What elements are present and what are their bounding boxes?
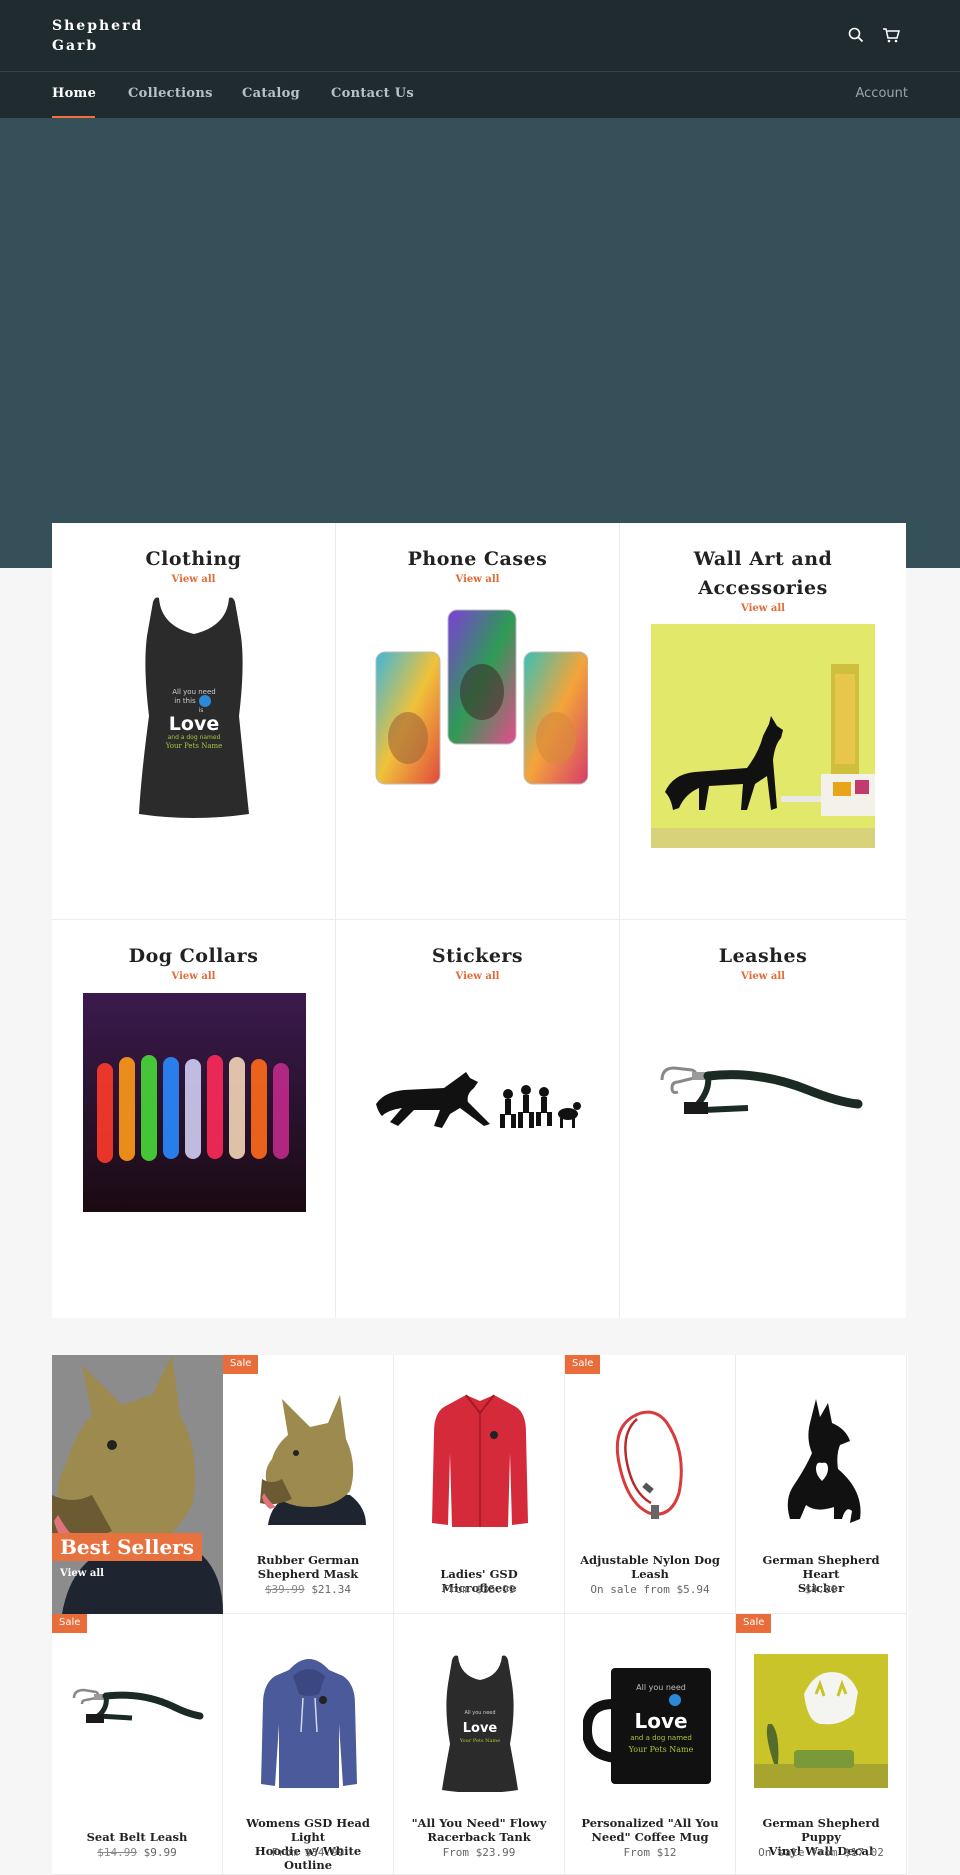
product-image: [787, 1399, 861, 1523]
product-card[interactable]: Sale German Shepherd Puppy Vinyl Wall Dec…: [736, 1614, 907, 1875]
product-image: [261, 1659, 357, 1788]
product-price: $39.99 $21.34: [264, 1583, 352, 1596]
stickers-image: [376, 1072, 581, 1128]
product-price: $14.99 $9.99: [97, 1846, 177, 1859]
globe-icon: [199, 695, 211, 707]
product-price: $4.99: [804, 1583, 838, 1596]
best-sellers-title: Best Sellers: [52, 1533, 202, 1561]
site-logo[interactable]: Shepherd Garb: [52, 16, 172, 56]
product-card[interactable]: Sale Rubber German Shepherd Mask $39.99 $…: [223, 1355, 394, 1614]
main-nav: Home Collections Catalog Contact Us Acco…: [0, 71, 960, 119]
logo-line-1: Shepherd: [52, 18, 144, 34]
collection-stickers[interactable]: Stickers View all: [336, 920, 620, 1318]
mug-text-line-5: Your Pets Name: [628, 1745, 694, 1754]
product-card[interactable]: Womens GSD Head Light Hoodie w/ White Out…: [223, 1614, 394, 1875]
collection-title: Dog Collars: [128, 945, 259, 967]
collection-clothing[interactable]: Clothing View all All you need in this i…: [52, 523, 336, 920]
product-image: [432, 1394, 528, 1527]
product-image: All you need Love Your Pets Name: [442, 1655, 518, 1792]
view-all-link[interactable]: View all: [52, 574, 335, 585]
product-price: From $23.99: [442, 1846, 516, 1859]
product-name: Rubber German Shepherd Mask: [256, 1553, 360, 1581]
product-image: [260, 1395, 366, 1525]
view-all-link[interactable]: View all: [336, 574, 619, 585]
view-all-link[interactable]: View all: [620, 603, 906, 614]
collection-leashes[interactable]: Leashes View all: [620, 920, 906, 1318]
product-name: Seat Belt Leash: [86, 1830, 188, 1844]
tank-text-line-5: Your Pets Name: [165, 742, 223, 750]
sale-badge: Sale: [52, 1614, 88, 1633]
tank-top-image: All you need in this is Love and a dog n…: [139, 597, 249, 818]
mug-love-text: Love: [634, 1709, 687, 1733]
collection-title: Stickers: [431, 945, 524, 967]
cart-icon[interactable]: [880, 24, 902, 46]
nav-catalog[interactable]: Catalog: [242, 86, 300, 101]
collection-wall-art[interactable]: Wall Art and Accessories View all: [620, 523, 906, 920]
globe-icon: [669, 1694, 681, 1706]
collection-title-line-1: Wall Art and: [693, 548, 833, 570]
product-name: "All You Need" Flowy Racerback Tank: [411, 1816, 547, 1844]
product-price: From $34.99: [271, 1846, 345, 1859]
tank-love-text: Love: [169, 713, 219, 735]
product-price: On sale from $17.02: [758, 1846, 884, 1859]
view-all-link[interactable]: View all: [620, 971, 906, 982]
product-card[interactable]: Sale Seat Belt Leash $14.99 $9.99: [52, 1614, 223, 1875]
tank-love-text: Love: [463, 1721, 498, 1736]
product-price: From $35.99: [442, 1583, 516, 1596]
best-sellers-view-all[interactable]: View all: [60, 1568, 104, 1579]
tank-text-line-4: and a dog named: [168, 734, 221, 741]
logo-line-2: Garb: [52, 38, 99, 54]
search-icon[interactable]: [845, 24, 867, 46]
product-name: Personalized "All You Need" Coffee Mug: [581, 1816, 719, 1844]
seat-belt-leash-image: [660, 1066, 863, 1114]
mug-text-line-1: All you need: [636, 1683, 686, 1692]
view-all-link[interactable]: View all: [336, 971, 619, 982]
product-price: On sale from $5.94: [590, 1583, 710, 1596]
collection-title: Leashes: [718, 945, 808, 967]
product-card[interactable]: Sale Adjustable Nylon Dog Leash On sale f…: [565, 1355, 736, 1614]
phone-cases-image: [375, 609, 588, 785]
product-image: [72, 1688, 204, 1723]
sale-badge: Sale: [736, 1614, 772, 1633]
product-card[interactable]: German Shepherd Heart Sticker $4.99: [736, 1355, 907, 1614]
nav-collections[interactable]: Collections: [128, 86, 213, 101]
sale-badge: Sale: [223, 1355, 259, 1374]
collection-title: Phone Cases: [407, 548, 548, 570]
product-image: [754, 1654, 888, 1788]
tank-text-line-5: Your Pets Name: [459, 1738, 500, 1744]
product-name: Womens GSD Head Light Hoodie w/ White Out…: [246, 1816, 370, 1872]
tank-text-line-1: All you need: [172, 688, 215, 696]
nav-contact-us[interactable]: Contact Us: [331, 86, 414, 101]
collection-phone-cases[interactable]: Phone Cases View all: [336, 523, 620, 920]
tank-text-line-2: in this: [174, 697, 196, 705]
collection-dog-collars[interactable]: Dog Collars View all: [52, 920, 336, 1318]
view-all-link[interactable]: View all: [52, 971, 335, 982]
product-image: All you need Love and a dog named Your P…: [583, 1668, 711, 1784]
collections-grid: Clothing View all All you need in this i…: [52, 523, 906, 1318]
product-card[interactable]: All you need Love Your Pets Name "All Yo…: [394, 1614, 565, 1875]
collection-title: Clothing: [145, 548, 242, 570]
product-card[interactable]: All you need Love and a dog named Your P…: [565, 1614, 736, 1875]
product-card[interactable]: Ladies' GSD Microfleece From $35.99: [394, 1355, 565, 1614]
best-sellers-banner[interactable]: Best Sellers View all: [52, 1355, 223, 1614]
site-header: Shepherd Garb: [0, 0, 960, 71]
tank-text-line-1: All you need: [464, 1710, 495, 1716]
products-grid: Best Sellers View all Sale Rubber German…: [52, 1355, 908, 1875]
hero-banner: [0, 118, 960, 568]
nav-home[interactable]: Home: [52, 86, 96, 101]
product-image: [615, 1410, 683, 1519]
collection-title-line-2: Accessories: [698, 577, 828, 599]
product-price: From $12: [623, 1846, 677, 1859]
led-collars-image: [83, 993, 306, 1212]
mug-text-line-4: and a dog named: [630, 1734, 692, 1742]
account-link[interactable]: Account: [856, 86, 909, 101]
product-name: Adjustable Nylon Dog Leash: [580, 1553, 720, 1581]
wall-decal-image: [651, 624, 875, 848]
sale-badge: Sale: [565, 1355, 601, 1374]
